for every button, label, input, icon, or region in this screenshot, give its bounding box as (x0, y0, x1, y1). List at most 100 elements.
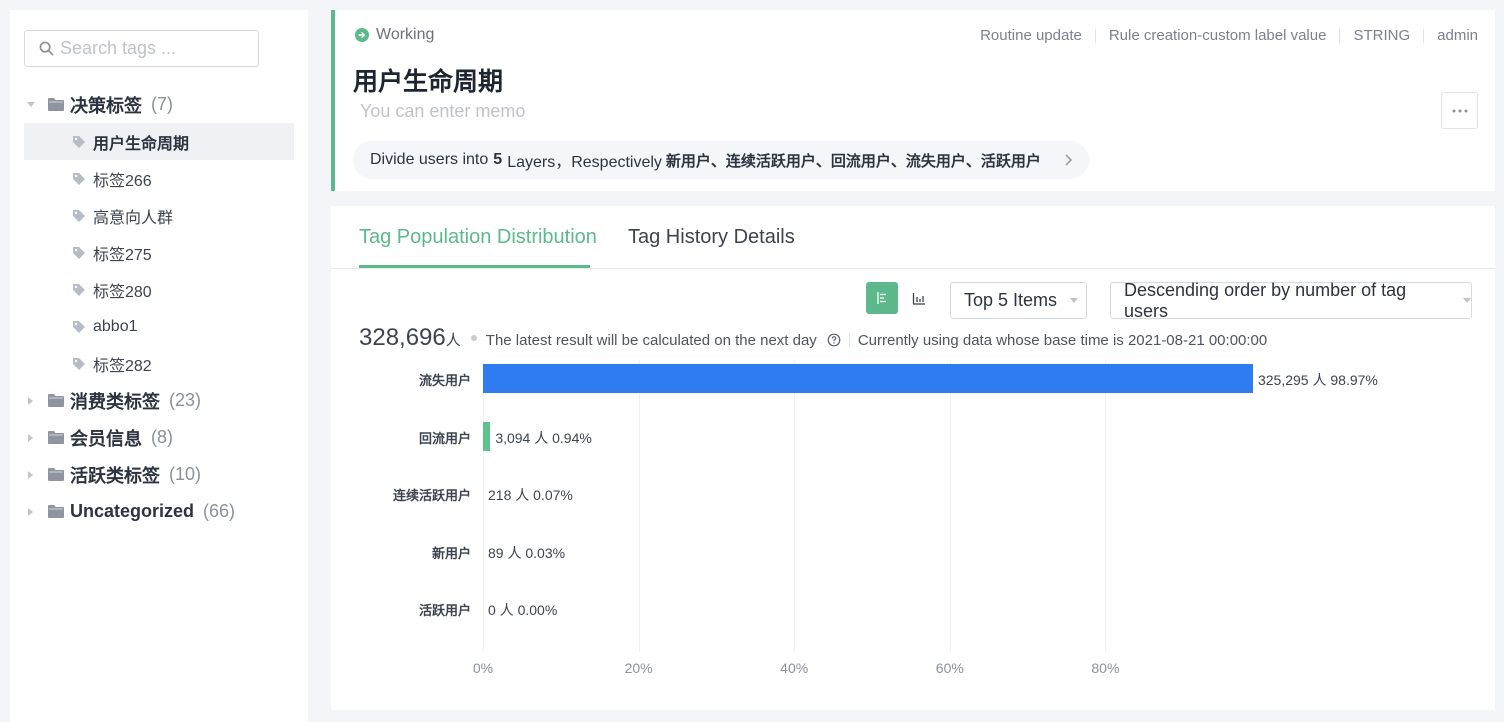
category-label: 活跃用户 (418, 603, 471, 619)
bar-value-label: 0 人 0.00% (488, 602, 558, 619)
calculation-note: The latest result will be calculated on … (485, 332, 817, 349)
tag-item[interactable]: 标签280 (24, 271, 294, 308)
x-tick-label: 20% (624, 660, 653, 676)
content-panel: Tag Population Distribution Tag History … (331, 206, 1495, 710)
separator-dot (470, 335, 477, 341)
help-icon[interactable] (827, 333, 841, 347)
tag-item-label: 标签280 (93, 283, 152, 301)
tag-item-label: abbo1 (93, 317, 138, 335)
active-tab-indicator (359, 265, 590, 268)
layers-prefix: Divide users into (370, 151, 489, 168)
tag-group[interactable]: Uncategorized (66) (24, 493, 294, 530)
memo-input[interactable] (360, 101, 760, 122)
layers-names: 新用户、连续活跃用户、回流用户、流失用户、活跃用户 (665, 152, 1041, 170)
x-tick-label: 60% (935, 660, 964, 676)
tag-icon (73, 246, 85, 259)
sort-order-select[interactable]: Descending order by number of tag users (1110, 279, 1472, 321)
sort-order-value: Descending order by number of tag users (1124, 279, 1407, 321)
x-tick-label: 40% (780, 660, 809, 676)
horizontal-bar-icon (877, 292, 886, 304)
tag-group-label: 消费类标签 (70, 391, 160, 412)
bar[interactable] (483, 421, 491, 451)
population-bar-chart: 0% 20% 40% 60% 80% 流失用户 325,295 人 98.97% 回流用户 3,… (331, 356, 1495, 686)
top-items-select[interactable]: Top 5 Items (950, 282, 1087, 319)
tag-icon (73, 283, 85, 296)
base-time-note: Currently using data whose base time is … (857, 332, 1268, 349)
divider (848, 333, 850, 347)
layers-count: 5 (493, 151, 503, 168)
tag-group-label: Uncategorized (70, 501, 195, 521)
folder-icon (48, 98, 64, 111)
tag-group-count: (10) (169, 464, 202, 484)
tag-icon (73, 172, 85, 185)
tag-group-count: (23) (169, 390, 202, 410)
meta-item: Rule creation-custom label value (1108, 27, 1327, 44)
tag-tree: 决策标签 (7) 用户生命周期 标签266 高意向人群标签275 标签280 abbo1 标签… (24, 86, 294, 530)
caret-right-icon[interactable] (24, 507, 38, 516)
tag-item[interactable]: 标签266 (24, 160, 294, 197)
status-indicator: Working (355, 26, 434, 44)
tag-group[interactable]: 会员信息 (8) (24, 419, 294, 456)
bar[interactable] (483, 364, 1253, 393)
meta-divider (1094, 28, 1096, 43)
more-icon (1452, 109, 1467, 112)
top-items-value: Top 5 Items (964, 290, 1058, 310)
tag-meta: Routine update Rule creation-custom label… (980, 27, 1478, 44)
tag-sidebar: 决策标签 (7) 用户生命周期标签266 高意向人群标签275 标签280 abbo1 标签… (10, 10, 308, 722)
tag-item[interactable]: 高意向人群 (24, 197, 294, 234)
meta-item: STRING (1353, 27, 1411, 44)
meta-divider (1339, 28, 1341, 43)
horizontal-bar-view-button[interactable] (866, 282, 898, 314)
grid-line (949, 360, 951, 652)
bar-value-label: 3,094 人 0.94% (495, 429, 592, 446)
total-population: 328,696 (359, 324, 446, 351)
search-box[interactable] (24, 30, 259, 67)
caret-right-icon[interactable] (24, 396, 38, 405)
more-options-button[interactable] (1441, 92, 1478, 129)
tag-item[interactable]: 标签275 (24, 234, 294, 271)
tag-group-label: 会员信息 (70, 428, 142, 449)
tag-group-count: (66) (203, 501, 236, 521)
tag-item-label: 标签275 (93, 246, 152, 264)
caret-right-icon[interactable] (24, 470, 38, 479)
caret-down-icon[interactable] (24, 101, 38, 108)
tag-group-label: 活跃类标签 (70, 465, 160, 486)
layers-middle: Layers，Respectively (507, 154, 662, 171)
tag-item[interactable]: abbo1 (24, 308, 294, 345)
layers-summary[interactable]: Divide users into 5 Layers，Respectively … (353, 141, 1089, 179)
tag-group[interactable]: 活跃类标签 (10) (24, 456, 294, 493)
search-input[interactable] (60, 38, 250, 59)
tag-group-count: (8) (151, 427, 173, 447)
tag-group-count: (7) (151, 94, 173, 114)
search-icon (39, 41, 54, 56)
chevron-right-icon[interactable] (1063, 151, 1075, 169)
tag-item-label: 高意向人群 (93, 209, 174, 227)
tag-item[interactable]: 标签282 (24, 345, 294, 382)
category-label: 回流用户 (418, 430, 471, 446)
caret-down-icon (1463, 298, 1471, 303)
category-label: 新用户 (431, 545, 471, 561)
tag-group[interactable]: 消费类标签 (23) (24, 382, 294, 419)
tag-item-label: 标签266 (93, 172, 152, 190)
tab-history-details[interactable]: Tag History Details (628, 226, 795, 249)
status-text: Working (376, 26, 435, 43)
tag-item[interactable]: 用户生命周期 (24, 123, 294, 160)
tag-item-label: 用户生命周期 (93, 135, 190, 153)
caret-right-icon[interactable] (24, 433, 38, 442)
meta-divider (1423, 28, 1425, 43)
total-unit: 人 (445, 332, 461, 349)
working-status-icon (355, 28, 369, 42)
grid-line (483, 360, 484, 652)
bar-value-label: 218 人 0.07% (488, 487, 573, 504)
vertical-bar-view-button[interactable] (903, 282, 935, 314)
tag-icon (73, 320, 85, 333)
tab-bar: Tag Population Distribution Tag History … (331, 206, 1495, 269)
tag-group[interactable]: 决策标签 (7) (24, 86, 294, 123)
population-summary: 328,696 人 The latest result will be calc… (359, 324, 1267, 352)
tag-icon (73, 357, 85, 370)
grid-line (1105, 360, 1107, 652)
tab-population-distribution[interactable]: Tag Population Distribution (359, 226, 597, 249)
meta-item: Routine update (980, 27, 1082, 44)
x-tick-label: 0% (472, 660, 494, 676)
grid-line (794, 360, 796, 652)
